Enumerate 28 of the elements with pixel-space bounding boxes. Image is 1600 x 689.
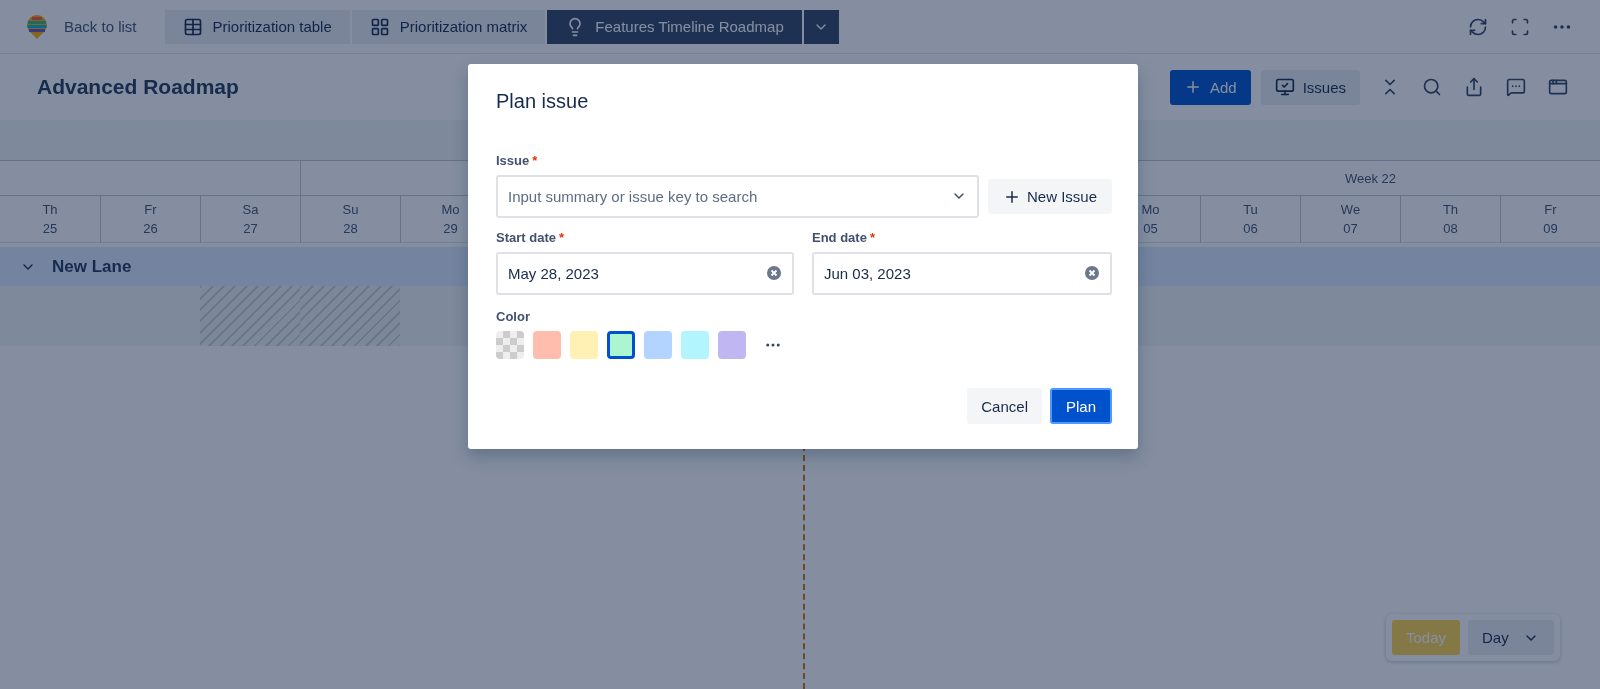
weekday-label: Fr	[144, 202, 157, 217]
date-label: 29	[443, 221, 458, 236]
date-label: 25	[42, 221, 58, 236]
weekday-label: Tu	[1243, 202, 1258, 217]
date-label: 27	[243, 221, 258, 236]
weekday-label: Sa	[242, 202, 259, 217]
page-title: Advanced Roadmap	[37, 75, 239, 99]
color-label: Color	[496, 309, 531, 324]
field-label: End date *	[812, 230, 876, 245]
week-label: Week 22	[1344, 170, 1397, 186]
weekday-label: Su	[342, 202, 359, 217]
date-label: 28	[343, 221, 358, 236]
field-label: Start date *	[496, 230, 566, 245]
date-label: 05	[1143, 221, 1158, 236]
date-label: 08	[1443, 221, 1458, 236]
field-label: Issue *	[496, 153, 539, 168]
weekday-label: Mo	[441, 202, 460, 217]
lane-title: New Lane	[52, 256, 132, 277]
weekday-label: We	[1340, 202, 1361, 217]
date-label: 26	[143, 221, 158, 236]
weekday-label: Th	[1442, 202, 1459, 217]
weekday-label: Mo	[1141, 202, 1160, 217]
date-label: 06	[1243, 221, 1258, 236]
weekday-label: Fr	[1544, 202, 1557, 217]
date-label: 09	[1543, 221, 1558, 236]
weekday-label: Th	[42, 202, 58, 217]
date-label: 07	[1343, 221, 1358, 236]
dialog-title: Plan issue	[496, 90, 590, 113]
